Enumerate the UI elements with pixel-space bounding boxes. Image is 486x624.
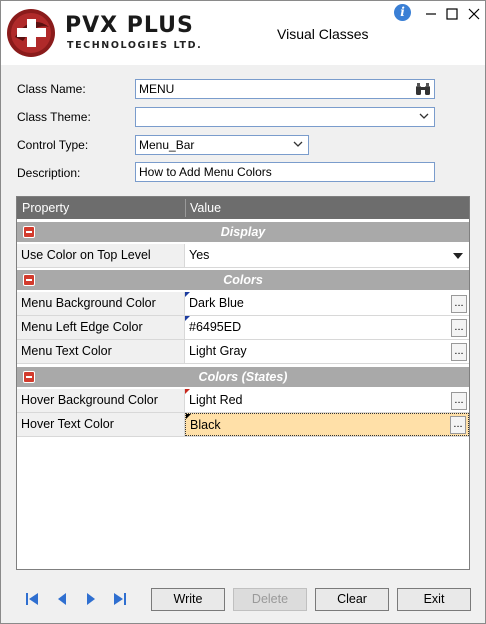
category-colors-states[interactable]: Colors (States) bbox=[17, 367, 469, 387]
property-value[interactable]: Light Gray ... bbox=[185, 340, 469, 363]
property-row[interactable]: Hover Background Color Light Red ... bbox=[17, 389, 469, 413]
category-title: Colors bbox=[223, 273, 263, 287]
binoculars-icon[interactable] bbox=[415, 82, 431, 96]
control-type-select[interactable]: Menu_Bar bbox=[135, 135, 309, 155]
maximize-button[interactable] bbox=[441, 3, 463, 25]
property-grid[interactable]: Property Value Display Use Color on Top … bbox=[16, 196, 470, 570]
property-value-text: Light Red bbox=[189, 393, 243, 407]
property-value-text: Dark Blue bbox=[189, 296, 244, 310]
property-value-text: Black bbox=[190, 418, 221, 432]
category-title: Display bbox=[220, 225, 266, 239]
class-name-input[interactable]: MENU bbox=[135, 79, 435, 99]
property-name: Hover Text Color bbox=[17, 413, 185, 436]
last-record-icon[interactable] bbox=[113, 592, 127, 606]
property-name: Menu Text Color bbox=[17, 340, 185, 363]
property-value[interactable]: Light Red ... bbox=[185, 389, 469, 412]
modified-marker bbox=[185, 316, 190, 321]
ellipsis-button[interactable]: ... bbox=[451, 392, 467, 410]
next-record-icon[interactable] bbox=[85, 592, 97, 606]
property-value[interactable]: #6495ED ... bbox=[185, 316, 469, 339]
class-name-value: MENU bbox=[139, 82, 175, 96]
class-name-label: Class Name: bbox=[17, 82, 86, 96]
description-label: Description: bbox=[17, 166, 81, 180]
property-row[interactable]: Use Color on Top Level Yes bbox=[17, 244, 469, 268]
control-type-label: Control Type: bbox=[17, 138, 89, 152]
ellipsis-button[interactable]: ... bbox=[451, 295, 467, 313]
brand-subtitle: TECHNOLOGIES LTD. bbox=[67, 40, 203, 51]
control-type-value: Menu_Bar bbox=[139, 138, 195, 152]
property-value[interactable]: Dark Blue ... bbox=[185, 292, 469, 315]
brand-name: PVX PLUS bbox=[65, 13, 194, 38]
property-row[interactable]: Menu Background Color Dark Blue ... bbox=[17, 292, 469, 316]
description-value: How to Add Menu Colors bbox=[139, 165, 272, 179]
chevron-down-icon bbox=[419, 113, 429, 119]
pvx-logo bbox=[7, 9, 55, 57]
property-name: Hover Background Color bbox=[17, 389, 185, 412]
property-value-text: Yes bbox=[189, 248, 210, 262]
modified-marker bbox=[185, 389, 190, 394]
visual-classes-window: PVX PLUS TECHNOLOGIES LTD. Visual Classe… bbox=[0, 0, 486, 624]
category-colors[interactable]: Colors bbox=[17, 270, 469, 290]
property-value[interactable]: Yes bbox=[185, 244, 469, 267]
modified-marker bbox=[185, 292, 190, 297]
ellipsis-button[interactable]: ... bbox=[451, 319, 467, 337]
property-value[interactable]: Black ... bbox=[185, 413, 469, 436]
value-column-header: Value bbox=[190, 201, 222, 215]
maximize-icon bbox=[446, 8, 458, 20]
title-bar: PVX PLUS TECHNOLOGIES LTD. Visual Classe… bbox=[1, 1, 485, 65]
property-row[interactable]: Menu Text Color Light Gray ... bbox=[17, 340, 469, 364]
minimize-icon bbox=[426, 13, 436, 15]
category-title: Colors (States) bbox=[198, 370, 288, 384]
property-name: Menu Left Edge Color bbox=[17, 316, 185, 339]
modified-marker bbox=[186, 414, 191, 419]
property-name: Use Color on Top Level bbox=[17, 244, 185, 267]
previous-record-icon[interactable] bbox=[56, 592, 68, 606]
window-title: Visual Classes bbox=[277, 26, 369, 42]
class-theme-select[interactable] bbox=[135, 107, 435, 127]
write-button[interactable]: Write bbox=[151, 588, 225, 611]
property-name: Menu Background Color bbox=[17, 292, 185, 315]
ellipsis-button[interactable]: ... bbox=[450, 416, 466, 434]
dropdown-arrow-icon[interactable] bbox=[453, 253, 463, 259]
property-value-text: Light Gray bbox=[189, 344, 247, 358]
property-column-header: Property bbox=[22, 201, 70, 215]
class-theme-label: Class Theme: bbox=[17, 110, 91, 124]
chevron-down-icon bbox=[293, 141, 303, 147]
description-input[interactable]: How to Add Menu Colors bbox=[135, 162, 435, 182]
first-record-icon[interactable] bbox=[25, 592, 39, 606]
info-icon[interactable]: i bbox=[394, 4, 411, 21]
exit-button[interactable]: Exit bbox=[397, 588, 471, 611]
property-value-text: #6495ED bbox=[189, 320, 242, 334]
grid-header: Property Value bbox=[17, 197, 469, 219]
minimize-button[interactable] bbox=[420, 3, 442, 25]
category-display[interactable]: Display bbox=[17, 222, 469, 242]
clear-button[interactable]: Clear bbox=[315, 588, 389, 611]
delete-button[interactable]: Delete bbox=[233, 588, 307, 611]
close-icon bbox=[468, 8, 480, 20]
property-row-selected[interactable]: Hover Text Color Black ... bbox=[17, 413, 469, 437]
close-button[interactable] bbox=[463, 3, 485, 25]
ellipsis-button[interactable]: ... bbox=[451, 343, 467, 361]
property-row[interactable]: Menu Left Edge Color #6495ED ... bbox=[17, 316, 469, 340]
